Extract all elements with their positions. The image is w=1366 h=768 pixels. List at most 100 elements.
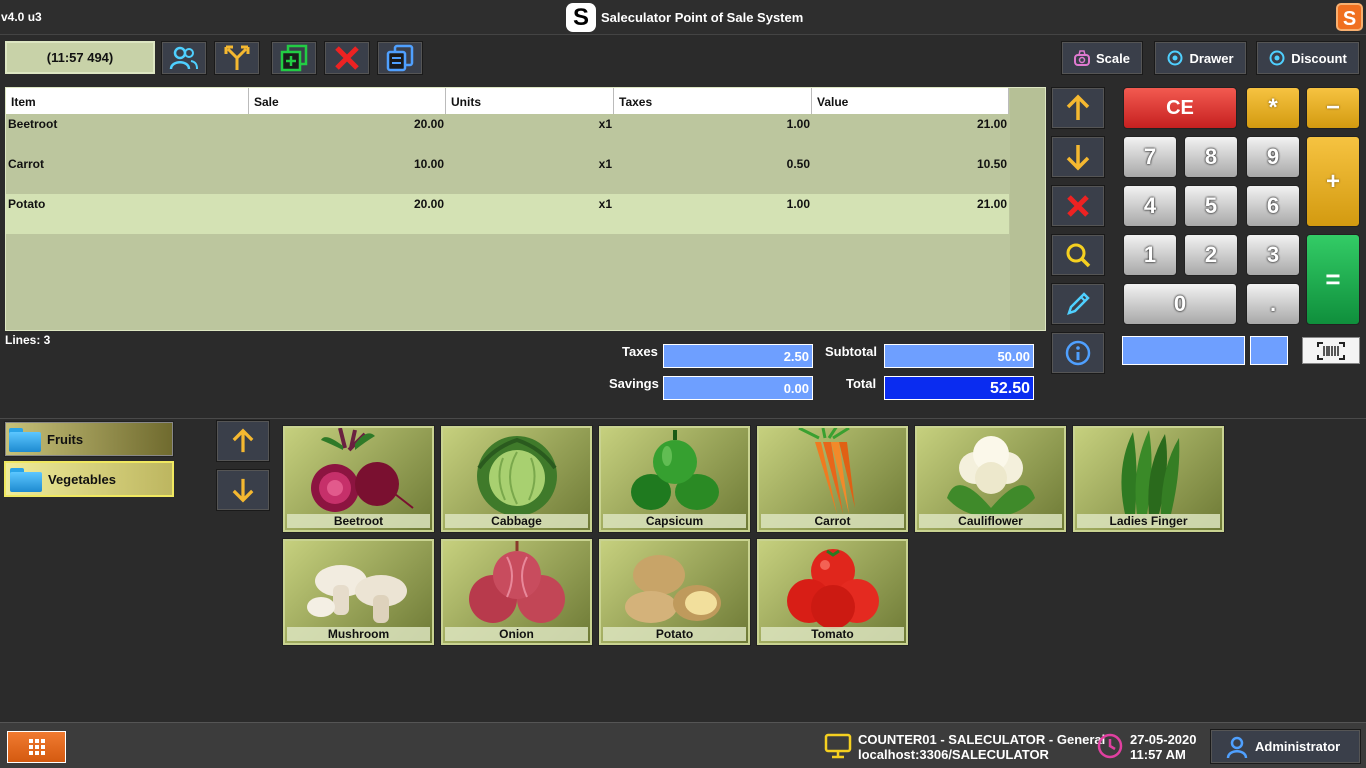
cauliflower-icon — [947, 436, 1035, 516]
new-ticket-button[interactable] — [271, 41, 317, 75]
minus-key[interactable]: − — [1306, 87, 1360, 129]
product-label: Capsicum — [603, 514, 746, 528]
product-mushroom[interactable]: Mushroom — [283, 539, 434, 645]
savings-value: 0.00 — [663, 376, 813, 400]
digit-6-key[interactable]: 6 — [1246, 185, 1300, 227]
product-label: Mushroom — [287, 627, 430, 641]
product-carrot[interactable]: Carrot — [757, 426, 908, 532]
arrow-up-icon — [1066, 94, 1090, 120]
clear-entry-key[interactable]: CE — [1123, 87, 1237, 129]
quantity-input[interactable] — [1250, 336, 1288, 365]
product-label: Beetroot — [287, 514, 430, 528]
drawer-button[interactable]: Drawer — [1154, 41, 1247, 75]
cell-units: x1 — [598, 117, 612, 131]
column-header-value[interactable]: Value — [812, 88, 1009, 114]
copy-ticket-icon — [386, 44, 414, 72]
ticket-scrollbar[interactable] — [1010, 88, 1045, 330]
barcode-button[interactable] — [1302, 337, 1360, 364]
delete-ticket-button[interactable] — [324, 41, 370, 75]
clock-icon — [1097, 733, 1123, 759]
digit-0-key[interactable]: 0 — [1123, 283, 1237, 325]
search-product-button[interactable] — [1051, 234, 1105, 276]
table-row-selected[interactable]: Potato 20.00 x1 1.00 21.00 — [6, 194, 1009, 234]
info-button[interactable] — [1051, 332, 1105, 374]
total-value: 52.50 — [884, 376, 1034, 400]
table-row[interactable]: Carrot 10.00 x1 0.50 10.50 — [6, 154, 1009, 194]
category-down-button[interactable] — [216, 469, 270, 511]
category-vegetables[interactable]: Vegetables — [4, 461, 174, 497]
digit-1-key[interactable]: 1 — [1123, 234, 1177, 276]
cell-value: 10.50 — [976, 157, 1007, 171]
multiply-key[interactable]: * — [1246, 87, 1300, 129]
cabbage-icon — [477, 436, 557, 516]
decimal-key[interactable]: . — [1246, 283, 1300, 325]
column-header-taxes[interactable]: Taxes — [614, 88, 812, 114]
product-tomato[interactable]: Tomato — [757, 539, 908, 645]
table-row[interactable]: Beetroot 20.00 x1 1.00 21.00 — [6, 114, 1009, 154]
ticket-header: Item Sale Units Taxes Value — [6, 88, 1009, 114]
user-name: Administrator — [1255, 739, 1341, 754]
cell-taxes: 0.50 — [786, 157, 810, 171]
monitor-icon — [824, 733, 852, 759]
digit-5-key[interactable]: 5 — [1184, 185, 1238, 227]
column-header-item[interactable]: Item — [6, 88, 249, 114]
remove-line-button[interactable] — [1051, 185, 1105, 227]
category-fruits[interactable]: Fruits — [4, 421, 174, 457]
onion-icon — [469, 541, 565, 623]
digit-3-key[interactable]: 3 — [1246, 234, 1300, 276]
corner-logo[interactable]: S — [1336, 3, 1363, 31]
cell-item: Carrot — [8, 157, 45, 171]
main-menu-button[interactable] — [7, 731, 66, 763]
digit-9-key[interactable]: 9 — [1246, 136, 1300, 178]
product-capsicum[interactable]: Capsicum — [599, 426, 750, 532]
new-ticket-icon — [280, 44, 308, 72]
digit-2-key[interactable]: 2 — [1184, 234, 1238, 276]
version-label: v4.0 u3 — [1, 10, 42, 24]
line-down-button[interactable] — [1051, 136, 1105, 178]
copy-ticket-button[interactable] — [377, 41, 423, 75]
product-cabbage[interactable]: Cabbage — [441, 426, 592, 532]
app-title: Saleculator Point of Sale System — [601, 10, 804, 25]
arrow-down-icon — [1066, 145, 1090, 171]
user-button[interactable]: Administrator — [1210, 729, 1361, 764]
cell-units: x1 — [598, 197, 612, 211]
product-cauliflower[interactable]: Cauliflower — [915, 426, 1066, 532]
mushroom-icon — [307, 565, 407, 623]
column-header-sale[interactable]: Sale — [249, 88, 446, 114]
product-label: Cabbage — [445, 514, 588, 528]
customers-button[interactable] — [161, 41, 207, 75]
current-time: 11:57 AM — [1130, 747, 1186, 762]
cell-sale: 20.00 — [413, 197, 444, 211]
edit-line-button[interactable] — [1051, 283, 1105, 325]
line-up-button[interactable] — [1051, 87, 1105, 129]
drawer-label: Drawer — [1189, 50, 1234, 66]
category-up-button[interactable] — [216, 420, 270, 462]
discount-button[interactable]: Discount — [1256, 41, 1360, 75]
digit-4-key[interactable]: 4 — [1123, 185, 1177, 227]
split-ticket-button[interactable] — [214, 41, 260, 75]
terminal-name: COUNTER01 - SALECULATOR - General — [858, 732, 1106, 747]
discount-label: Discount — [1291, 50, 1347, 66]
digit-7-key[interactable]: 7 — [1123, 136, 1177, 178]
scale-icon — [1074, 50, 1090, 66]
taxes-value: 2.50 — [663, 344, 813, 368]
category-label: Fruits — [47, 431, 84, 447]
product-ladies-finger[interactable]: Ladies Finger — [1073, 426, 1224, 532]
product-onion[interactable]: Onion — [441, 539, 592, 645]
product-label: Ladies Finger — [1077, 514, 1220, 528]
cell-sale: 20.00 — [413, 117, 444, 131]
plus-key[interactable]: + — [1306, 136, 1360, 227]
scale-button[interactable]: Scale — [1061, 41, 1143, 75]
digit-8-key[interactable]: 8 — [1184, 136, 1238, 178]
ticket-id-field[interactable]: (11:57 494) — [5, 41, 155, 74]
product-label: Cauliflower — [919, 514, 1062, 528]
column-header-units[interactable]: Units — [446, 88, 614, 114]
price-input[interactable] — [1122, 336, 1245, 365]
product-beetroot[interactable]: Beetroot — [283, 426, 434, 532]
folder-icon — [9, 426, 43, 452]
equals-key[interactable]: = — [1306, 234, 1360, 325]
product-potato[interactable]: Potato — [599, 539, 750, 645]
ticket-table[interactable]: Item Sale Units Taxes Value Beetroot 20.… — [5, 87, 1046, 331]
beetroot-icon — [311, 428, 414, 512]
arrow-down-icon — [232, 478, 254, 503]
